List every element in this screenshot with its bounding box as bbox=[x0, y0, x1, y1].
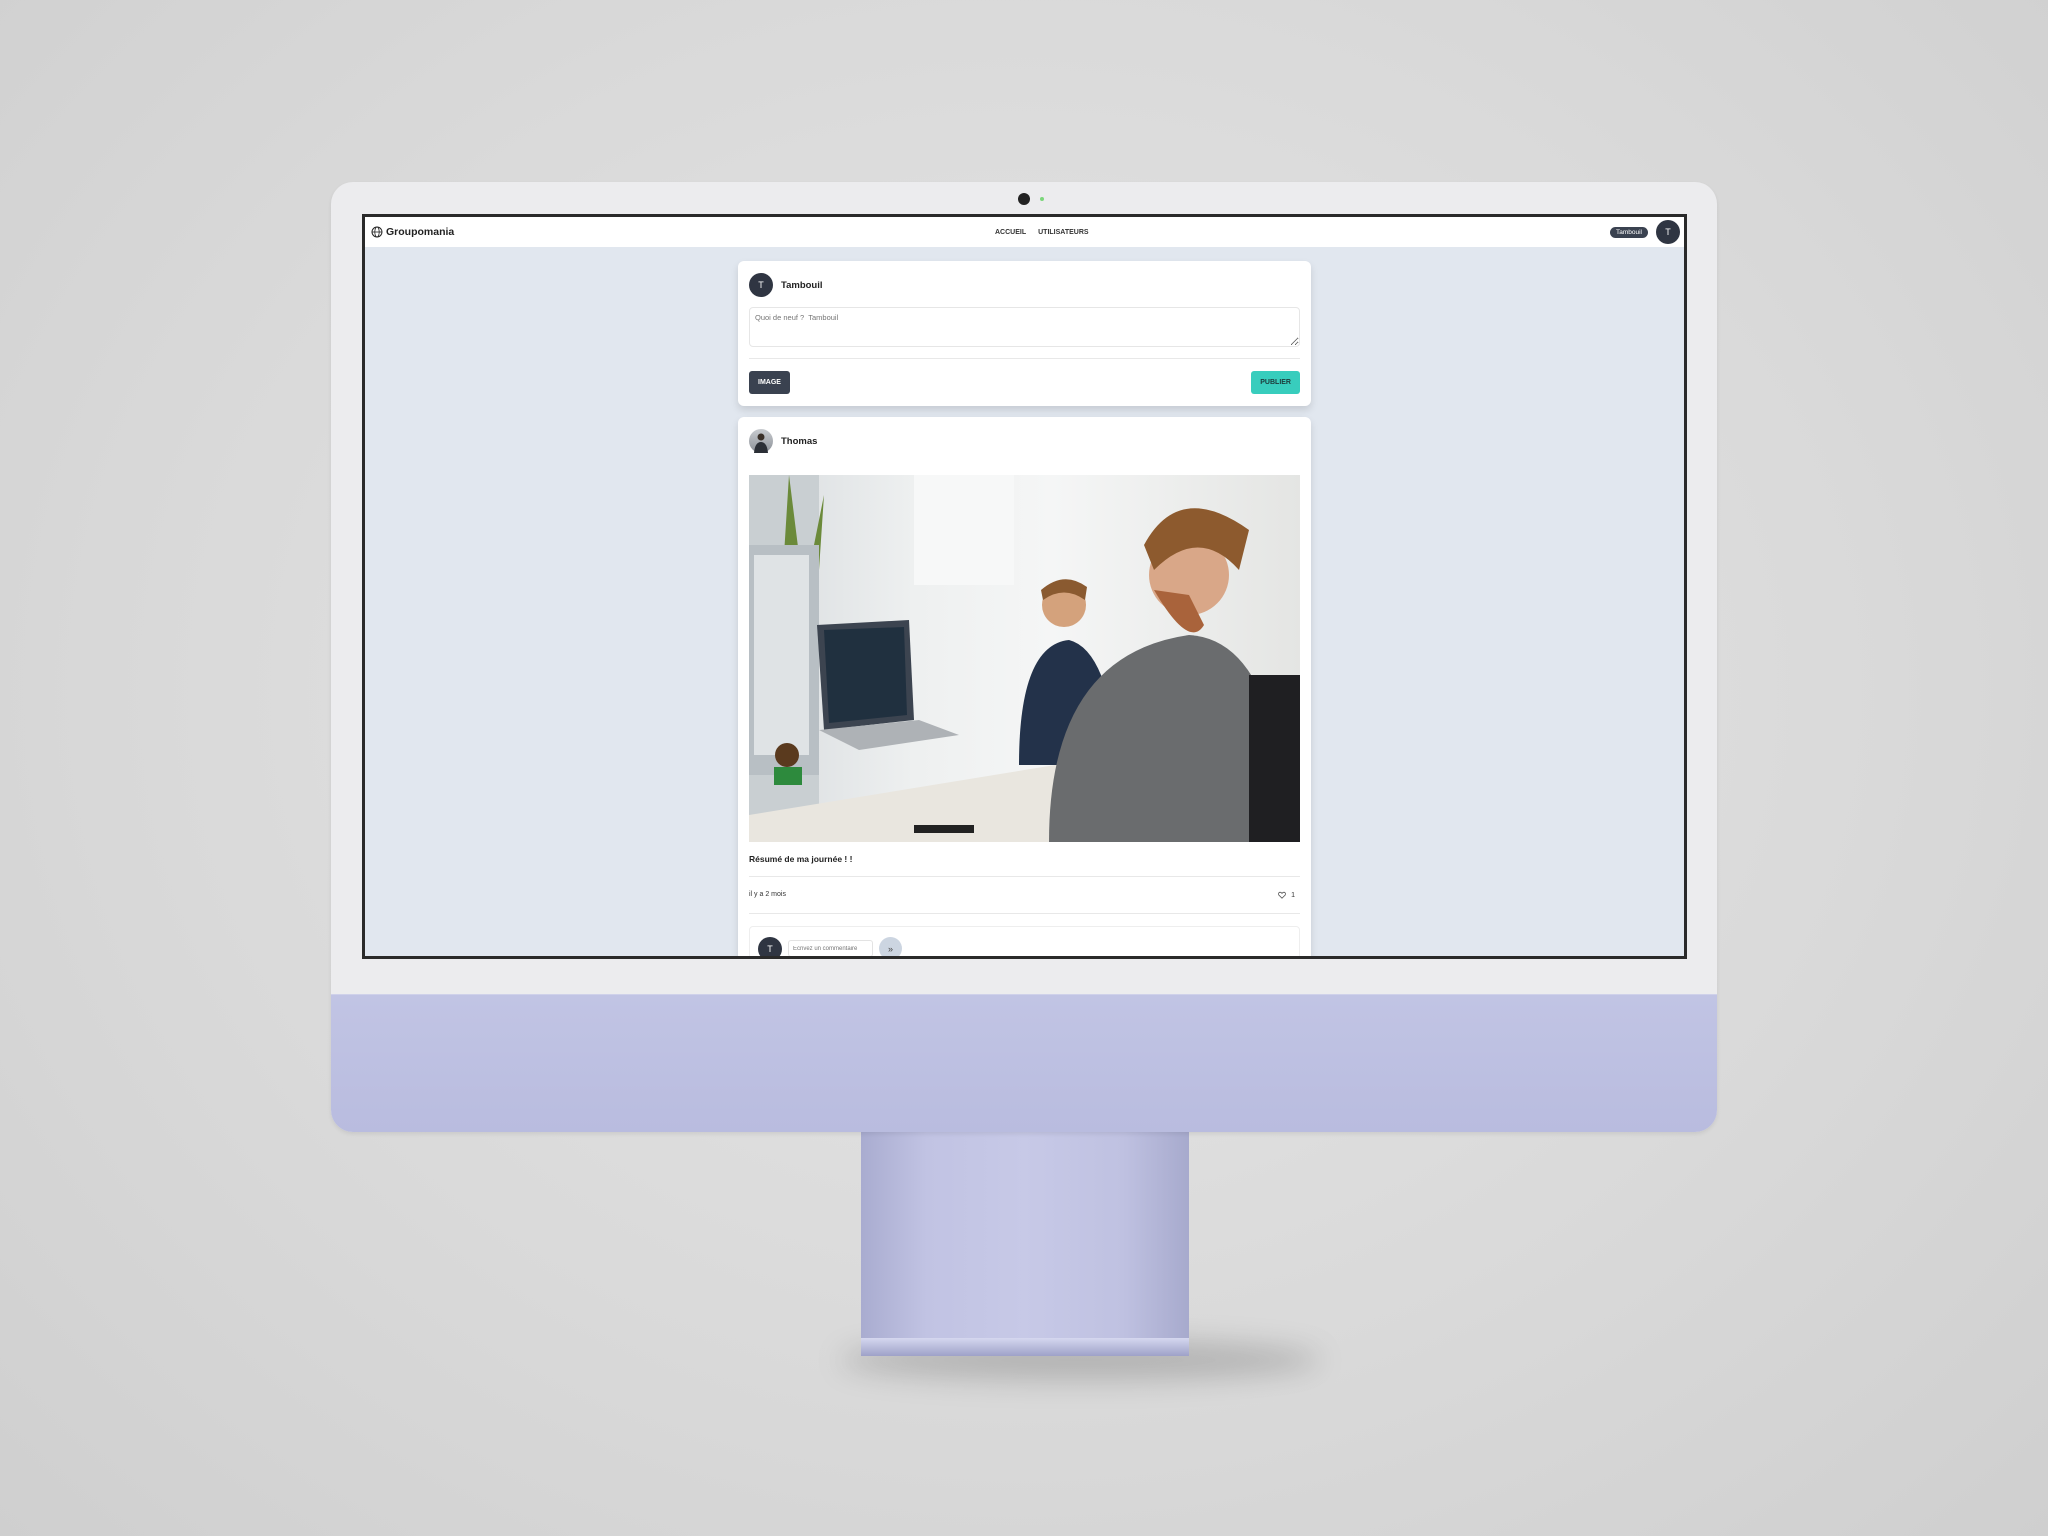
comment-avatar: T bbox=[758, 937, 782, 956]
nav-link-accueil[interactable]: ACCUEIL bbox=[995, 229, 1026, 236]
like-count: 1 bbox=[1291, 891, 1295, 899]
user-avatar[interactable]: T bbox=[1656, 220, 1680, 244]
monitor-stand bbox=[861, 1132, 1189, 1356]
post-card: Thomas Résumé de ma journée ! ! il y a 2… bbox=[738, 417, 1311, 956]
comment-box: T » bbox=[749, 926, 1300, 956]
stand-foot bbox=[861, 1338, 1189, 1356]
comment-input[interactable] bbox=[788, 940, 873, 956]
monitor-chin bbox=[331, 994, 1717, 1132]
person-photo-icon bbox=[754, 433, 768, 453]
post-author[interactable]: Thomas bbox=[781, 436, 817, 447]
brand-name: Groupomania bbox=[386, 226, 455, 238]
author-avatar bbox=[749, 429, 773, 453]
camera-icon bbox=[1018, 193, 1030, 205]
globe-icon bbox=[371, 226, 383, 238]
post-caption: Résumé de ma journée ! ! bbox=[749, 854, 853, 864]
image-button[interactable]: IMAGE bbox=[749, 371, 790, 394]
composer-card: T Tambouil IMAGE PUBLIER bbox=[738, 261, 1311, 406]
post-image bbox=[749, 475, 1300, 842]
like-button[interactable]: 1 bbox=[1278, 891, 1295, 899]
heart-icon bbox=[1278, 891, 1286, 899]
camera-led bbox=[1040, 197, 1044, 201]
brand-logo[interactable]: Groupomania bbox=[371, 226, 454, 238]
publish-button[interactable]: PUBLIER bbox=[1251, 371, 1300, 394]
office-photo bbox=[749, 475, 1300, 842]
navbar: Groupomania ACCUEIL UTILISATEURS Tamboui… bbox=[365, 217, 1684, 247]
send-comment-icon[interactable]: » bbox=[879, 937, 902, 956]
post-time: il y a 2 mois bbox=[749, 891, 786, 898]
user-pill[interactable]: Tambouil bbox=[1609, 226, 1648, 238]
screen: Groupomania ACCUEIL UTILISATEURS Tamboui… bbox=[362, 214, 1687, 959]
composer-username: Tambouil bbox=[781, 279, 823, 291]
post-textarea[interactable] bbox=[749, 307, 1300, 347]
nav-link-utilisateurs[interactable]: UTILISATEURS bbox=[1038, 229, 1088, 236]
composer-avatar: T bbox=[749, 273, 773, 297]
